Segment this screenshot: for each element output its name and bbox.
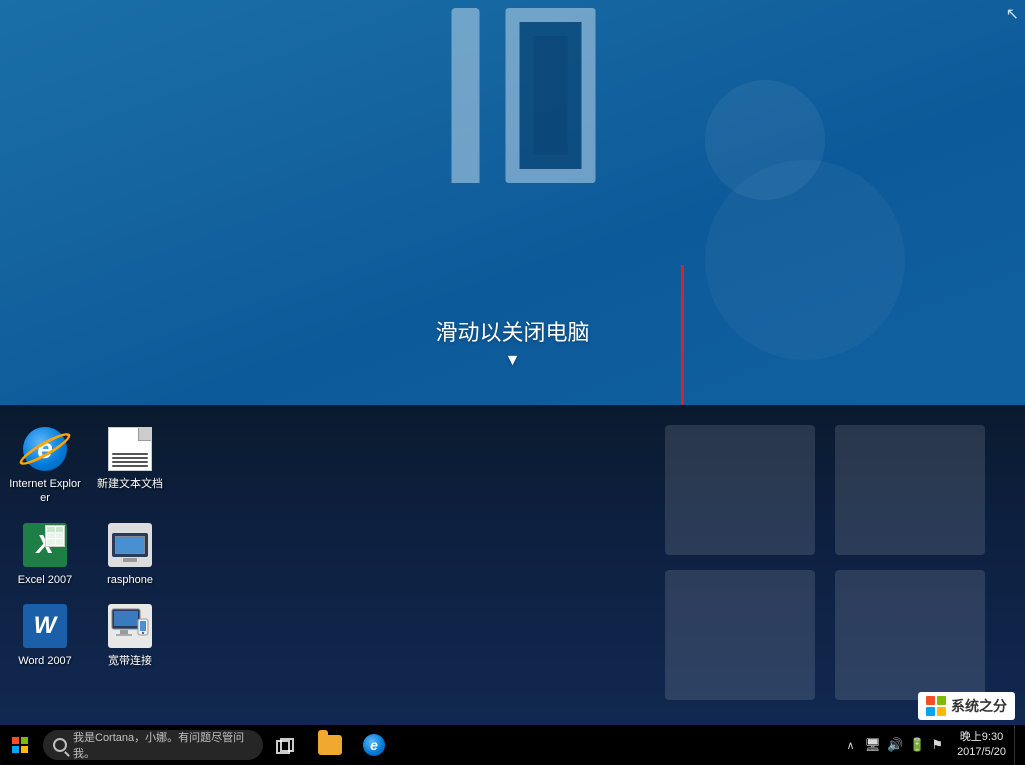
tray-expand-button[interactable]: ∧ <box>842 739 858 752</box>
icon-row-2: W Word 2007 <box>5 597 170 673</box>
broadband-icon-shape <box>108 604 152 648</box>
ie-icon-shape: e <box>23 427 67 471</box>
clock-date: 2017/5/20 <box>957 745 1006 760</box>
desktop-icons-container: e Internet Explorer 新建文本文档 <box>0 415 175 678</box>
numeral-0 <box>505 8 595 183</box>
icon-internet-explorer[interactable]: e Internet Explorer <box>5 420 85 511</box>
taskbar: 我是Cortana，小娜。有问题尽管问我。 e ∧ 🖥 🔊 🔋 ⚑ <box>0 725 1025 765</box>
internet-explorer-label: Internet Explorer <box>8 477 82 506</box>
excel-cell-2 <box>56 527 64 532</box>
start-square-2 <box>21 737 28 744</box>
icon-rasphone[interactable]: rasphone <box>90 516 170 592</box>
tray-icons-group: 🖥 🔊 🔋 ⚑ <box>859 737 950 753</box>
watermark-logo <box>926 696 946 716</box>
icon-new-text-file[interactable]: 新建文本文档 <box>90 420 170 511</box>
icon-row-1: X Excel 2007 <box>5 516 170 592</box>
start-button[interactable] <box>0 725 40 765</box>
wm-square-1 <box>926 696 935 705</box>
numeral-0-inner <box>533 36 567 155</box>
excel-cell-6 <box>56 539 64 544</box>
taskbar-ie-icon: e <box>363 734 385 756</box>
red-arrow-line <box>681 265 684 425</box>
icon-row-0: e Internet Explorer 新建文本文档 <box>5 420 170 511</box>
start-square-1 <box>12 737 19 744</box>
excel-sheet <box>45 525 65 547</box>
watermark-text: 系统之分 <box>951 696 1007 716</box>
taskbar-internet-explorer[interactable]: e <box>352 725 396 765</box>
new-text-file-icon <box>106 425 154 473</box>
rasphone-icon <box>106 521 154 569</box>
internet-explorer-icon: e <box>21 425 69 473</box>
word-letter: W <box>34 612 57 640</box>
shutdown-label: 滑动以关闭电脑 <box>435 320 589 345</box>
numeral-1-bar <box>451 8 479 183</box>
txt-lines <box>112 453 148 467</box>
show-desktop-button[interactable] <box>1014 725 1020 765</box>
taskbar-file-explorer[interactable] <box>308 725 352 765</box>
broadband-label: 宽带连接 <box>108 654 152 668</box>
excel-cell-5 <box>47 539 55 544</box>
txt-line-2 <box>112 457 148 459</box>
start-square-4 <box>21 746 28 753</box>
word-2007-label: Word 2007 <box>18 654 72 668</box>
word-icon: W <box>21 602 69 650</box>
battery-icon[interactable]: 🔋 <box>909 737 925 753</box>
clock-display[interactable]: 晚上9:30 2017/5/20 <box>949 730 1014 761</box>
wm-square-3 <box>926 707 935 716</box>
start-square-3 <box>12 746 19 753</box>
broadband-svg <box>110 607 150 645</box>
excel-cell-4 <box>56 533 64 538</box>
txt-line-1 <box>112 453 148 455</box>
task-view-button[interactable] <box>267 725 303 765</box>
icon-word-2007[interactable]: W Word 2007 <box>5 597 85 673</box>
flag-icon[interactable]: ⚑ <box>931 737 943 753</box>
monitor-screen <box>115 536 145 554</box>
folder-icon <box>318 735 342 755</box>
desktop-upper-bg: 滑动以关闭电脑 ▼ <box>0 0 1025 405</box>
win10-logo <box>430 0 595 175</box>
txt-line-4 <box>112 465 148 467</box>
cortana-search[interactable]: 我是Cortana，小娜。有问题尽管问我。 <box>43 730 263 760</box>
search-icon <box>53 738 67 752</box>
monitor-shape <box>112 533 148 557</box>
rasphone-icon-shape <box>108 523 152 567</box>
windows-watermark <box>625 405 1025 725</box>
shutdown-arrow-icon: ▼ <box>435 352 589 370</box>
icon-excel-2007[interactable]: X Excel 2007 <box>5 516 85 592</box>
network-icon[interactable]: 🖥 <box>865 737 882 753</box>
excel-cell-3 <box>47 533 55 538</box>
taskbar-pinned-apps: e <box>308 725 396 765</box>
system-tray: ∧ 🖥 🔊 🔋 ⚑ 晚上9:30 2017/5/20 <box>842 725 1025 765</box>
excel-cell-1 <box>47 527 55 532</box>
wm-square-4 <box>937 707 946 716</box>
task-view-icon <box>276 738 294 752</box>
start-icon <box>12 737 28 753</box>
txt-icon-shape <box>108 427 152 471</box>
wm-square-2 <box>937 696 946 705</box>
excel-icon-shape: X <box>23 523 67 567</box>
shutdown-text[interactable]: 滑动以关闭电脑 ▼ <box>435 315 589 370</box>
search-placeholder-text: 我是Cortana，小娜。有问题尽管问我。 <box>73 729 253 761</box>
site-watermark: 系统之分 <box>918 692 1015 720</box>
txt-line-3 <box>112 461 148 463</box>
word-icon-shape: W <box>23 604 67 648</box>
desktop: 滑动以关闭电脑 ▼ e Internet Explorer <box>0 0 1025 765</box>
deco-circle-2 <box>705 160 905 360</box>
excel-icon: X <box>21 521 69 569</box>
volume-icon[interactable]: 🔊 <box>887 737 903 753</box>
new-text-file-label: 新建文本文档 <box>97 477 163 491</box>
clock-time: 晚上9:30 <box>960 730 1003 745</box>
excel-2007-label: Excel 2007 <box>18 573 72 587</box>
icon-broadband[interactable]: 宽带连接 <box>90 597 170 673</box>
numeral-1 <box>430 8 500 183</box>
broadband-icon <box>106 602 154 650</box>
rasphone-label: rasphone <box>107 573 153 587</box>
